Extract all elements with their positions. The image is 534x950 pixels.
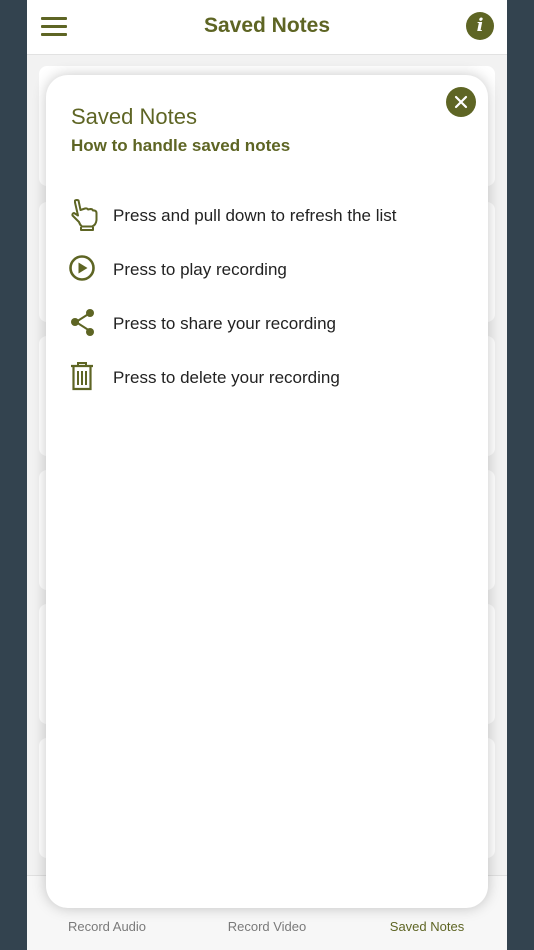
- help-item-delete: Press to delete your recording: [68, 360, 468, 396]
- help-item-share: Press to share your recording: [68, 306, 468, 342]
- help-text: Press to play recording: [113, 260, 287, 279]
- page-title: Saved Notes: [203, 14, 331, 37]
- help-text: Press to delete your recording: [113, 368, 340, 387]
- hand-pull-icon: [71, 199, 98, 231]
- tab-label: Record Audio: [67, 919, 147, 934]
- share-icon: [71, 309, 94, 336]
- modal-title: Saved Notes: [71, 104, 197, 129]
- help-text: Press and pull down to refresh the list: [113, 206, 397, 225]
- tab-label: Saved Notes: [389, 919, 465, 934]
- modal-subtitle: How to handle saved notes: [71, 136, 291, 155]
- header-bar: Saved Notes i: [27, 0, 507, 55]
- help-text: Press to share your recording: [113, 314, 336, 333]
- help-item-refresh: Press and pull down to refresh the list: [68, 198, 468, 234]
- tab-label: Record Video: [227, 919, 307, 934]
- play-icon: [69, 255, 95, 281]
- close-button[interactable]: [446, 87, 476, 117]
- help-item-play: Press to play recording: [68, 252, 468, 288]
- trash-icon: [71, 362, 93, 391]
- info-icon[interactable]: i: [466, 12, 494, 40]
- close-icon: [454, 95, 468, 109]
- help-modal: Saved Notes How to handle saved notes Pr…: [46, 75, 488, 908]
